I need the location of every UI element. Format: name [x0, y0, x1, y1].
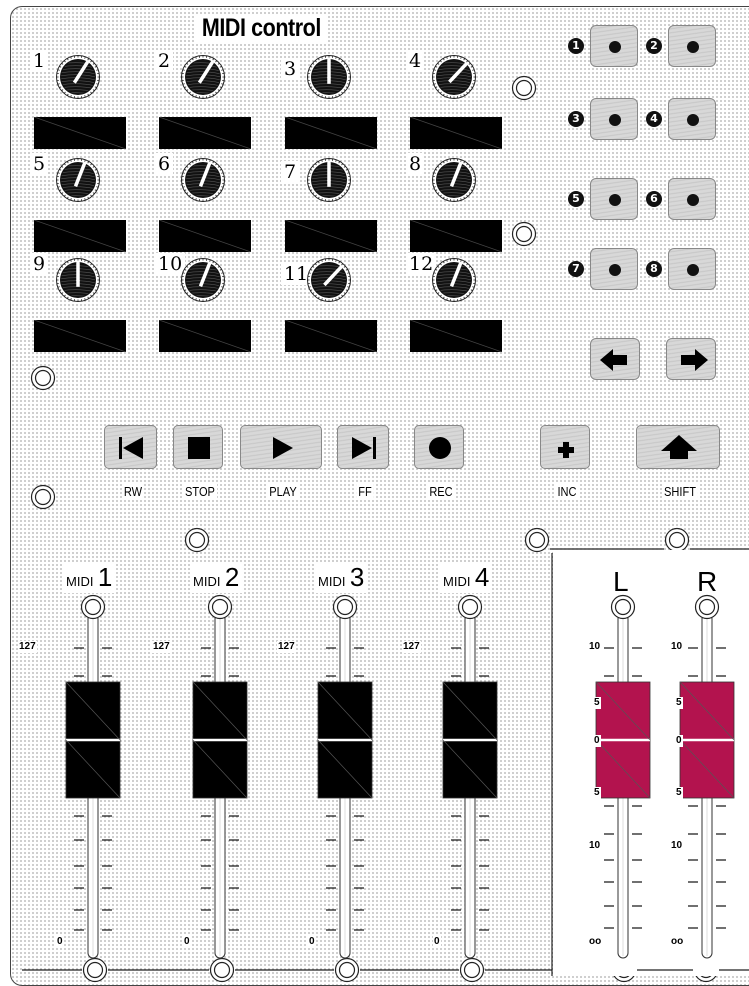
midi-fader-1[interactable]	[53, 594, 133, 968]
scale-label-127: 127	[402, 641, 421, 653]
scale-label-0: 0	[183, 936, 191, 948]
vu-scale-label: 0	[675, 735, 683, 747]
midi-label-prefix: MIDI	[443, 574, 470, 589]
midi-label-number: 3	[350, 562, 364, 592]
fader-graphic	[53, 594, 133, 968]
vu-scale-label: 10	[588, 840, 601, 852]
fader-graphic	[430, 594, 510, 968]
fader-graphic	[305, 594, 385, 968]
vu-scale-label: 10	[670, 641, 683, 653]
scale-label-127: 127	[18, 641, 37, 653]
vu-scale-label: 10	[670, 840, 683, 852]
vu-scale-label: oo	[670, 936, 684, 948]
vu-scale-label: 0	[593, 735, 601, 747]
midi-label-prefix: MIDI	[193, 574, 220, 589]
midi-fader-3[interactable]	[305, 594, 385, 968]
fader-end-screw-icon	[457, 594, 483, 620]
midi-label-number: 1	[98, 562, 112, 592]
scale-label-0: 0	[433, 936, 441, 948]
fader-end-screw-icon	[80, 594, 106, 620]
midi-fader-label: MIDI 1	[63, 562, 115, 593]
scale-label-127: 127	[152, 641, 171, 653]
vu-scale-label: oo	[588, 936, 602, 948]
midi-fader-label: MIDI 3	[315, 562, 367, 593]
scale-label-0: 0	[56, 936, 64, 948]
scale-label-0: 0	[308, 936, 316, 948]
vu-scale-label: 10	[588, 641, 601, 653]
midi-label-number: 4	[475, 562, 489, 592]
fader-end-screw-icon	[610, 594, 636, 620]
fader-end-screw-icon	[694, 594, 720, 620]
midi-fader-label: MIDI 4	[440, 562, 492, 593]
midi-label-number: 2	[225, 562, 239, 592]
vu-scale-label: 5	[593, 697, 601, 709]
midi-label-prefix: MIDI	[66, 574, 93, 589]
midi-label-prefix: MIDI	[318, 574, 345, 589]
fader-end-screw-icon	[207, 594, 233, 620]
vu-scale-label: 5	[593, 787, 601, 799]
midi-fader-4[interactable]	[430, 594, 510, 968]
midi-fader-label: MIDI 2	[190, 562, 242, 593]
vu-scale-label: 5	[675, 697, 683, 709]
fader-graphic	[180, 594, 260, 968]
midi-fader-2[interactable]	[180, 594, 260, 968]
scale-label-127: 127	[277, 641, 296, 653]
vu-scale-label: 5	[675, 787, 683, 799]
fader-end-screw-icon	[332, 594, 358, 620]
